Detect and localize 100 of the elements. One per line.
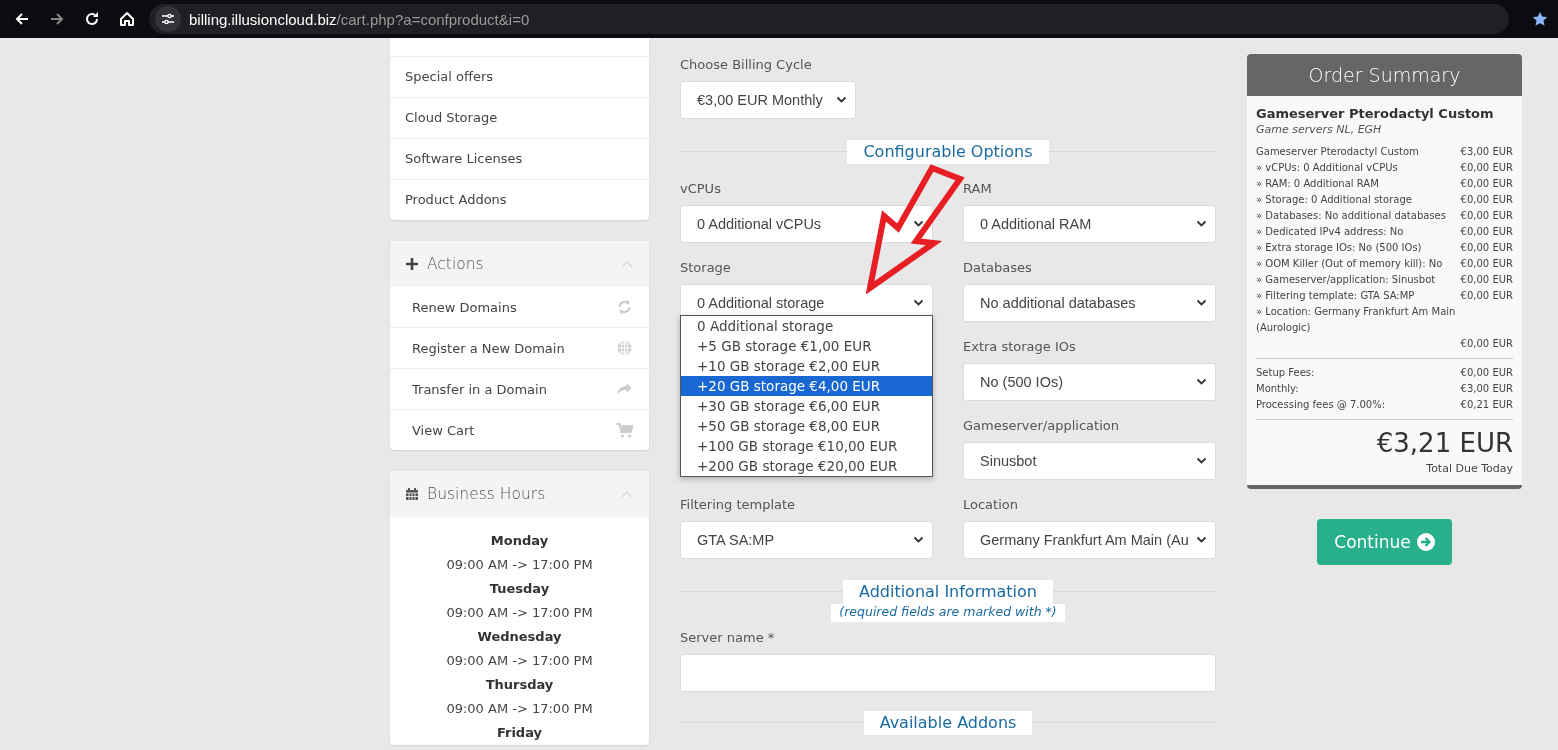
day-name: Tuesday (488, 580, 551, 598)
line-item-price: €0,00 EUR (1459, 366, 1513, 380)
sidebar-link[interactable]: Register a New Domain (390, 328, 649, 369)
dropdown-field[interactable]: 0 Additional vCPUs (680, 205, 933, 243)
chevron-down-icon (913, 536, 924, 544)
dropdown-option[interactable]: +200 GB storage €20,00 EUR (681, 456, 932, 476)
day-name: Monday (489, 532, 550, 550)
text-input[interactable] (680, 654, 1216, 692)
reload-icon (84, 11, 100, 27)
line-item-price: €3,00 EUR (1459, 145, 1513, 159)
line-item-price: €0,00 EUR (1459, 289, 1513, 303)
cart-icon (616, 422, 633, 438)
line-item-price: €0,00 EUR (1459, 241, 1513, 255)
panel-header[interactable]: Business Hours (390, 471, 649, 517)
section-heading: Available Addons (863, 711, 1033, 735)
field-label: Databases (963, 260, 1032, 275)
dropdown-field[interactable]: Germany Frankfurt Am Main (Au (963, 521, 1216, 559)
product-group: Game servers NL, EGH (1256, 123, 1513, 136)
field-label: Server name * (680, 630, 775, 645)
day-name: Wednesday (476, 628, 563, 646)
line-item-price: €0,00 EUR (1459, 177, 1513, 191)
section-heading: Additional Information (842, 580, 1053, 604)
section-heading: Configurable Options (847, 140, 1049, 164)
panel-title: Business Hours (427, 485, 546, 503)
opening-hours: 09:00 AM -> 17:00 PM (445, 700, 594, 718)
field-label: Choose Billing Cycle (680, 57, 812, 72)
chevron-down-icon (1196, 378, 1207, 386)
line-item-name: » OOM Killer (Out of memory kill): No (1256, 257, 1443, 271)
field-label: Filtering template (680, 497, 796, 512)
section-note: (required fields are marked with *) (831, 604, 1065, 622)
dropdown-option[interactable]: +50 GB storage €8,00 EUR (681, 416, 932, 436)
day-name: Thursday (484, 676, 555, 694)
dropdown-option[interactable]: +30 GB storage €6,00 EUR (681, 396, 932, 416)
sidebar-link[interactable]: Renew Domains (390, 287, 649, 328)
line-item-name: Monthly: (1256, 382, 1299, 396)
dropdown-option[interactable]: +100 GB storage €10,00 EUR (681, 436, 932, 456)
field-label: Storage (680, 260, 731, 275)
arrow-circle-icon (1416, 533, 1435, 551)
line-item-name: » Filtering template: GTA SA:MP (1256, 289, 1415, 303)
dropdown-option[interactable]: +10 GB storage €2,00 EUR (681, 356, 932, 376)
field-label: Location (963, 497, 1018, 512)
line-item-price: €0,00 EUR (1459, 225, 1513, 239)
home-icon (119, 11, 135, 27)
line-item-name: » Dedicated IPv4 address: No (1256, 225, 1404, 239)
day-name: Friday (495, 724, 544, 742)
site-settings-icon (161, 12, 175, 26)
opening-hours: 09:00 AM -> 17:00 PM (445, 556, 594, 574)
line-item-name: » Databases: No additional databases (1256, 209, 1446, 223)
line-item-price: €0,00 EUR (1459, 193, 1513, 207)
dropdown-field[interactable]: GTA SA:MP (680, 521, 933, 559)
total-label: Total Due Today (1425, 462, 1513, 475)
field-label: RAM (963, 181, 992, 196)
share-arrow-icon (616, 381, 633, 397)
field-label: Extra storage IOs (963, 339, 1076, 354)
line-item-name: » Location: Germany Frankfurt Am Main (Aurologic) (1256, 305, 1457, 335)
dropdown-field[interactable]: 0 Additional RAM (963, 205, 1216, 243)
panel-title: Actions (427, 255, 484, 273)
back-icon (14, 11, 30, 27)
line-item-price: €0,00 EUR (1459, 337, 1513, 351)
sidebar-item[interactable]: Product Addons (390, 180, 649, 220)
line-item-name: » Storage: 0 Additional storage (1256, 193, 1412, 207)
dropdown-option[interactable]: +20 GB storage €4,00 EUR (681, 376, 932, 396)
chevron-down-icon (1196, 457, 1207, 465)
panel-title: Order Summary (1247, 54, 1522, 96)
sidebar-link[interactable]: View Cart (390, 410, 649, 450)
chevron-down-icon (1196, 299, 1207, 307)
line-item-price: €3,00 EUR (1459, 382, 1513, 396)
chevron-down-icon (1196, 536, 1207, 544)
dropdown-field[interactable]: €3,00 EUR Monthly (680, 81, 856, 119)
chevron-down-icon (836, 96, 847, 104)
line-item-price: €0,00 EUR (1459, 273, 1513, 287)
line-item-name: » RAM: 0 Additional RAM (1256, 177, 1379, 191)
line-item-price: €0,00 EUR (1459, 161, 1513, 175)
address-bar[interactable]: billing.illusioncloud.biz/cart.php?a=confproduct&i=0 (149, 4, 1509, 34)
sidebar-item[interactable]: Special offers (390, 57, 649, 98)
dropdown-option[interactable]: +5 GB storage €1,00 EUR (681, 336, 932, 356)
total-amount: €3,21 EUR (1375, 428, 1513, 458)
line-item-name: Processing fees @ 7.00%: (1256, 398, 1386, 412)
opening-hours: 09:00 AM -> 17:00 PM (445, 652, 594, 670)
dropdown-field[interactable]: No additional databases (963, 284, 1216, 322)
panel-header[interactable]: Actions (390, 241, 649, 287)
calendar-icon (405, 487, 419, 501)
url-text: billing.illusioncloud.biz/cart.php?a=confproduct&i=0 (189, 10, 530, 28)
plus-icon (405, 257, 419, 271)
sidebar-item[interactable]: Cloud Storage (390, 98, 649, 139)
opening-hours: 09:00 AM -> 17:00 PM (445, 604, 594, 622)
sidebar-item[interactable]: Software Licenses (390, 139, 649, 180)
product-name: Gameserver Pterodactyl Custom (1256, 106, 1495, 121)
line-item-name: Gameserver Pterodactyl Custom (1256, 145, 1419, 159)
line-item-name: » Gameserver/application: Sinusbot (1256, 273, 1436, 287)
line-item-name: » Extra storage IOs: No (500 IOs) (1256, 241, 1422, 255)
globe-icon (616, 340, 633, 356)
forward-icon (49, 11, 65, 27)
sidebar-link[interactable]: Transfer in a Domain (390, 369, 649, 410)
dropdown-field[interactable]: Sinusbot (963, 442, 1216, 480)
field-label: Gameserver/application (963, 418, 1119, 433)
bookmark-star-icon[interactable] (1532, 11, 1548, 27)
dropdown-field[interactable]: No (500 IOs) (963, 363, 1216, 401)
chevron-down-icon (1196, 220, 1207, 228)
chevron-down-icon (913, 299, 924, 307)
